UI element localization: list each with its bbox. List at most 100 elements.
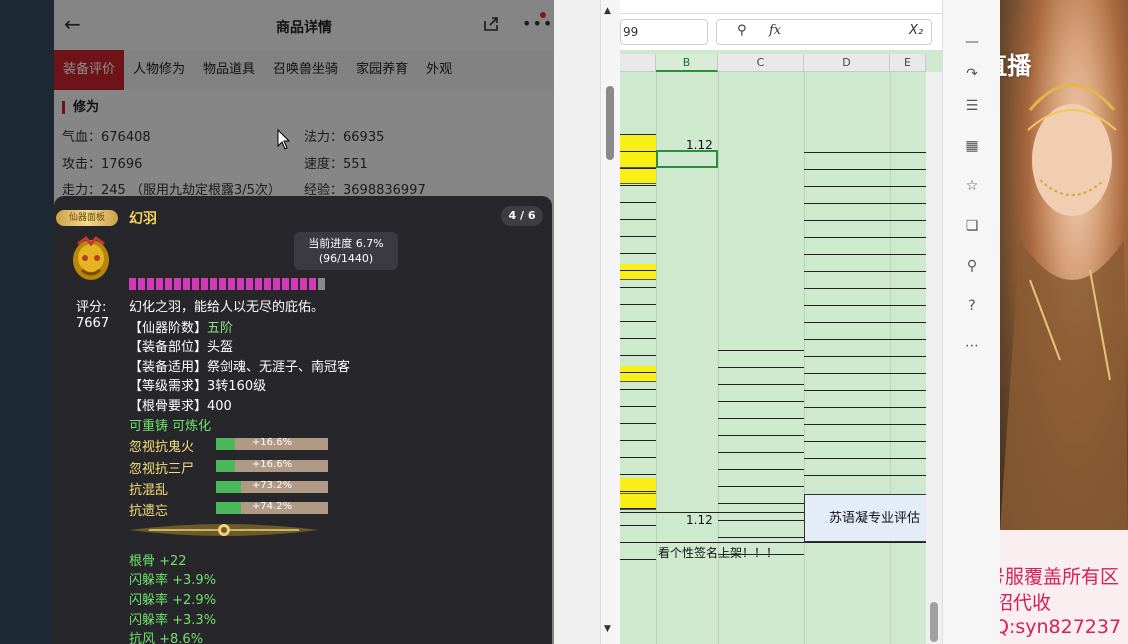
star-icon[interactable]: ☆ <box>963 178 981 196</box>
stat-value: 头盔 <box>207 340 234 355</box>
fx-icon[interactable]: fx <box>769 23 781 38</box>
ornament-divider <box>129 524 319 536</box>
resist-label: 抗混乱 <box>129 483 169 498</box>
select-icon[interactable]: ↷ <box>963 66 981 84</box>
row-gridline <box>804 390 926 391</box>
scrollbar-thumb[interactable] <box>606 86 614 160</box>
row-gridline <box>804 356 926 357</box>
progress-segment <box>219 278 226 290</box>
column-header-a[interactable] <box>620 54 656 72</box>
column-header-e[interactable]: E <box>890 54 926 72</box>
row-gridline <box>804 220 926 221</box>
progress-segment <box>228 278 235 290</box>
highlight-cell <box>620 168 656 184</box>
evaluation-box[interactable]: 苏语凝专业评估 <box>804 494 942 542</box>
column-header-d[interactable]: D <box>804 54 890 72</box>
row-gridline <box>620 219 656 220</box>
row-gridline <box>718 537 804 538</box>
stat-label: 【仙器阶数】 <box>129 321 208 336</box>
resist-label: 抗遗忘 <box>129 504 169 519</box>
stat-label: 【等级需求】 <box>129 379 208 394</box>
row-gridline <box>718 367 804 368</box>
row-gridline <box>620 151 656 152</box>
progress-segment <box>147 278 154 290</box>
row-gridline <box>620 304 656 305</box>
sheet-scrollbar[interactable] <box>926 72 942 644</box>
row-gridline <box>620 559 656 560</box>
item-tooltip-card: 仙器面板 幻羽 4 / 6 当前进度 6.7% (96/1440) 评分: 76… <box>54 196 552 644</box>
progress-segment <box>210 278 217 290</box>
stream-ad-text: 号服覆盖所有区 招代收 Q:syn827237 <box>1000 530 1128 644</box>
row-gridline <box>804 441 926 442</box>
row-gridline <box>718 520 804 521</box>
scrollbar-thumb[interactable] <box>930 602 938 642</box>
phone-window: ← 商品详情 ••• 装备评价 人物修为 物品道具 召唤兽坐骑 家园养育 外观 … <box>54 0 620 644</box>
progress-segment <box>291 278 298 290</box>
resist-bar: +16.6% <box>216 437 328 450</box>
row-gridline <box>620 406 656 407</box>
row-gridline <box>718 435 804 436</box>
stat-tier: 【仙器阶数】五阶 <box>129 317 233 336</box>
highlight-cell <box>620 134 656 152</box>
row-gridline <box>620 338 656 339</box>
progress-segment <box>129 278 136 290</box>
more-icon[interactable]: ⋯ <box>963 338 981 356</box>
row-gridline <box>804 458 926 459</box>
mouse-cursor-icon <box>277 129 291 150</box>
scroll-up-icon[interactable]: ▲ <box>604 6 611 16</box>
column-header-c[interactable]: C <box>718 54 804 72</box>
row-gridline <box>804 237 926 238</box>
subscript-icon[interactable]: X₂ <box>909 23 923 38</box>
formula-input[interactable]: ⚲ fx X₂ <box>716 19 932 45</box>
progress-segment <box>201 278 208 290</box>
scroll-down-icon[interactable]: ▼ <box>604 624 611 634</box>
progress-tooltip: 当前进度 6.7% (96/1440) <box>294 232 398 270</box>
item-description: 幻化之羽，能给人以无尽的庇佑。 <box>129 300 325 315</box>
ad-line: 招代收 <box>1000 592 1052 614</box>
row-gridline <box>804 288 926 289</box>
row-gridline <box>804 424 926 425</box>
table-icon[interactable]: ▦ <box>963 138 981 156</box>
column-header-b[interactable]: B <box>656 54 718 72</box>
tool-panel: — ↷ ☰ ▦ ☆ ❏ ⚲ ? ⋯ <box>942 0 1000 644</box>
stat-value: 五阶 <box>207 321 234 336</box>
stat-value: 3转160级 <box>207 379 267 394</box>
resist-value: +16.6% <box>251 437 293 448</box>
row-gridline <box>620 508 656 509</box>
search-icon[interactable]: ⚲ <box>963 258 981 276</box>
page-indicator: 4 / 6 <box>501 206 543 226</box>
progress-percent: 当前进度 6.7% <box>308 237 384 250</box>
row-gridline <box>804 407 926 408</box>
stat-bone: 【根骨要求】400 <box>129 395 232 414</box>
row-gridline <box>718 452 804 453</box>
help-icon[interactable]: ? <box>963 298 981 316</box>
row-gridline <box>804 152 926 153</box>
tag-icon[interactable]: ❏ <box>963 218 981 236</box>
stat-slot: 【装备部位】头盔 <box>129 336 233 355</box>
row-gridline <box>620 440 656 441</box>
row-gridline <box>804 373 926 374</box>
highlight-cell <box>620 264 656 280</box>
row-gridline <box>620 236 656 237</box>
progress-segment <box>192 278 199 290</box>
note-cell[interactable]: 看个性签名上架！！！ <box>658 544 778 561</box>
row-gridline <box>718 401 804 402</box>
highlight-cell <box>620 366 656 382</box>
row-gridline <box>718 469 804 470</box>
row-gridline <box>620 270 656 271</box>
progress-segment <box>246 278 253 290</box>
selected-cell[interactable] <box>656 150 718 168</box>
progress-segment <box>165 278 172 290</box>
resist-bar: +74.2% <box>216 501 328 514</box>
stat-label: 【装备部位】 <box>129 340 208 355</box>
cell-b-bottom[interactable]: 1.12 <box>686 513 713 527</box>
filter-icon[interactable]: ☰ <box>963 98 981 116</box>
progress-segment <box>174 278 181 290</box>
phone-scrollbar[interactable]: ▲ ▼ <box>600 0 620 644</box>
name-box[interactable]: 99 <box>620 19 708 45</box>
zoom-icon[interactable]: ⚲ <box>737 23 747 38</box>
stat-label: 【根骨要求】 <box>129 399 208 414</box>
row-gridline <box>718 486 804 487</box>
bonus-item: 根骨 +22 <box>129 554 187 569</box>
minimize-icon[interactable]: — <box>963 34 981 52</box>
